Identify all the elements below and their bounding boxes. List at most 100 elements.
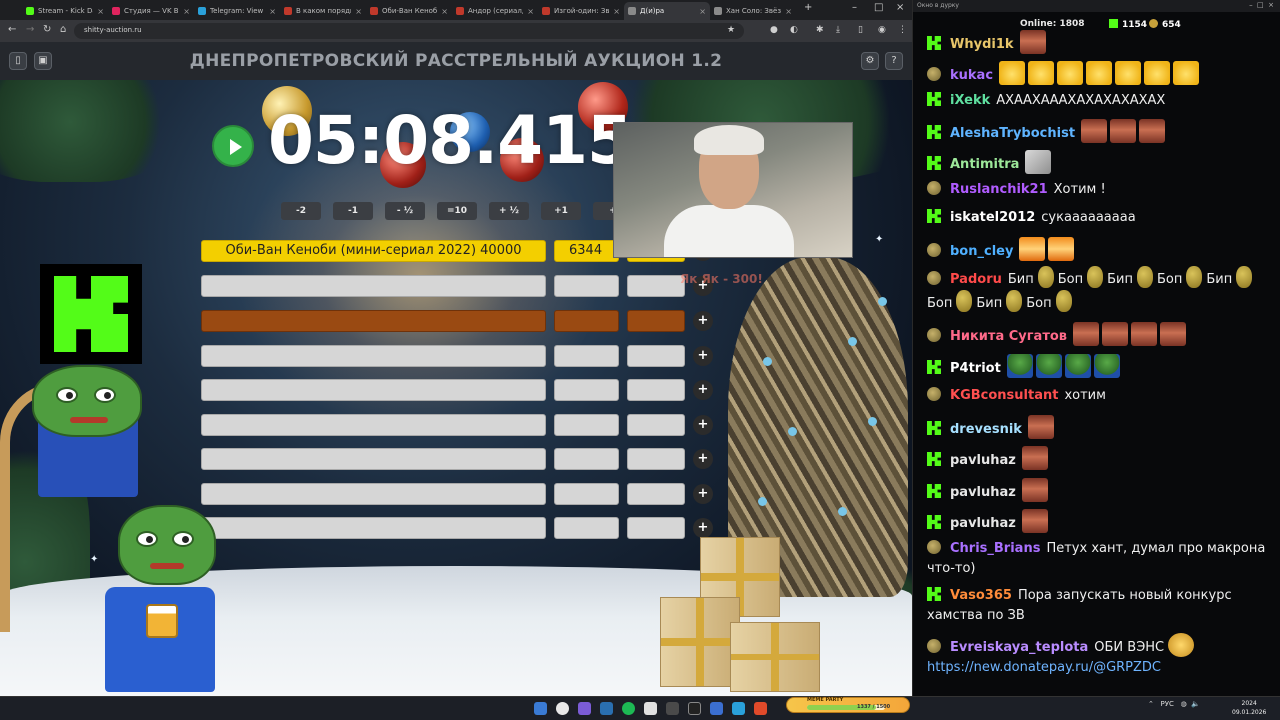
lot-name-field[interactable]: Оби-Ван Кеноби (мини-сериал 2022) 40000 (201, 240, 546, 262)
clock[interactable]: 2024 09.01.2026 (1232, 699, 1266, 717)
reload-icon[interactable]: ↻ (43, 24, 51, 35)
lot-amount-field[interactable] (554, 483, 619, 505)
plus-half-button[interactable]: + ½ (489, 202, 529, 220)
close-tab-icon[interactable]: × (97, 7, 104, 16)
start-icon[interactable] (534, 702, 547, 715)
app-icon[interactable] (644, 702, 657, 715)
chat-username[interactable]: drevesnik (950, 422, 1022, 437)
tab-auction-active[interactable]: Д(и)ра × (624, 2, 710, 20)
chat-username[interactable]: iXekk (950, 93, 990, 108)
back-icon[interactable]: ← (8, 24, 16, 35)
close-tab-icon[interactable]: × (269, 7, 276, 16)
chat-username[interactable]: pavluhaz (950, 516, 1016, 531)
chat-username[interactable]: kukac (950, 68, 993, 83)
close-tab-icon[interactable]: × (613, 7, 620, 16)
close-tab-icon[interactable]: × (183, 7, 190, 16)
app-icon[interactable] (732, 702, 745, 715)
chat-username[interactable]: P4triot (950, 361, 1001, 376)
tab-order[interactable]: В каком порядке× (280, 2, 366, 20)
close-tab-icon[interactable]: × (785, 7, 792, 16)
lot-extra-field[interactable] (627, 310, 685, 332)
lot-name-field[interactable] (201, 310, 546, 332)
system-tray[interactable]: ⌃ РУС ◍ 🔈 (1148, 700, 1200, 708)
spotify-icon[interactable] (622, 702, 635, 715)
chat-username[interactable]: Никита Сугатов (950, 329, 1067, 344)
chat-username[interactable]: pavluhaz (950, 485, 1016, 500)
chat-username[interactable]: Ruslanchik21 (950, 182, 1048, 197)
maximize-icon[interactable]: □ (874, 2, 883, 13)
tab-rogue-one[interactable]: Изгой-один: Звёзд× (538, 2, 624, 20)
lot-name-field[interactable] (201, 483, 546, 505)
lot-extra-field[interactable] (627, 414, 685, 436)
lot-amount-field[interactable] (554, 414, 619, 436)
tab-kick-dashboard[interactable]: Stream - Kick Dash× (22, 2, 108, 20)
lot-name-field[interactable] (201, 379, 546, 401)
add-bid-button[interactable]: + (693, 380, 713, 400)
help-button[interactable]: ? (885, 52, 903, 70)
new-tab-icon[interactable]: + (804, 2, 812, 13)
close-window-icon[interactable]: × (896, 2, 904, 13)
lot-name-field[interactable] (201, 414, 546, 436)
lot-extra-field[interactable] (627, 379, 685, 401)
sidebar-icon[interactable]: ▯ (858, 25, 863, 35)
extension-icon[interactable]: ◐ (790, 25, 798, 35)
chat-username[interactable]: Chris_Brians (950, 541, 1040, 556)
tab-obi-wan[interactable]: Оби-Ван Кеноби × (366, 2, 452, 20)
chat-username[interactable]: Antimitra (950, 157, 1019, 172)
lot-name-field[interactable] (201, 448, 546, 470)
lot-name-field[interactable] (201, 345, 546, 367)
chat-username[interactable]: Evreiskaya_teplota (950, 640, 1088, 655)
lot-name-field[interactable] (201, 517, 546, 539)
close-tab-icon[interactable]: × (441, 7, 448, 16)
add-bid-button[interactable]: + (693, 415, 713, 435)
extensions-puzzle-icon[interactable]: ✱ (816, 25, 824, 35)
lot-extra-field[interactable] (627, 517, 685, 539)
chat-username[interactable]: AleshaTrybochist (950, 126, 1075, 141)
lot-extra-field[interactable] (627, 448, 685, 470)
close-tab-icon[interactable]: × (699, 7, 706, 16)
set-10-button[interactable]: =10 (437, 202, 477, 220)
tab-vk-studio[interactable]: Студия — VK Видео× (108, 2, 194, 20)
telegram-icon[interactable] (710, 702, 723, 715)
lot-amount-field[interactable] (554, 517, 619, 539)
add-bid-button[interactable]: + (693, 518, 713, 538)
add-bid-button[interactable]: + (693, 311, 713, 331)
chat-username[interactable]: Padoru (950, 272, 1002, 287)
chat-username[interactable]: iskatel2012 (950, 210, 1035, 225)
play-button[interactable] (212, 125, 254, 167)
minus-half-button[interactable]: - ½ (385, 202, 425, 220)
lot-amount-field[interactable] (554, 310, 619, 332)
extension-icon[interactable]: ● (770, 25, 778, 35)
close-tab-icon[interactable]: × (355, 7, 362, 16)
chrome-icon[interactable] (556, 702, 569, 715)
chat-username[interactable]: Whydi1k (950, 37, 1014, 52)
minus-1-button[interactable]: -1 (333, 202, 373, 220)
menu-kebab-icon[interactable]: ⋮ (898, 25, 907, 35)
lot-amount-field[interactable] (554, 345, 619, 367)
lot-amount-field[interactable]: 6344 (554, 240, 619, 262)
chat-username[interactable]: Vaso365 (950, 588, 1012, 603)
lot-extra-field[interactable] (627, 275, 685, 297)
app-icon[interactable] (754, 702, 767, 715)
add-bid-button[interactable]: + (693, 346, 713, 366)
steam-icon[interactable] (600, 702, 613, 715)
lot-amount-field[interactable] (554, 275, 619, 297)
chat-username[interactable]: KGBconsultant (950, 388, 1058, 403)
chat-username[interactable]: pavluhaz (950, 453, 1016, 468)
add-bid-button[interactable]: + (693, 449, 713, 469)
lot-amount-field[interactable] (554, 379, 619, 401)
add-bid-button[interactable]: + (693, 484, 713, 504)
download-icon[interactable]: ⤓ (836, 25, 840, 35)
tab-telegram[interactable]: Telegram: View @× (194, 2, 280, 20)
bookmark-star-icon[interactable]: ★ (727, 25, 735, 35)
chat-window-controls[interactable]: – □ × (1249, 1, 1274, 9)
lot-extra-field[interactable] (627, 483, 685, 505)
lot-amount-field[interactable] (554, 448, 619, 470)
chat-username[interactable]: bon_cley (950, 244, 1013, 259)
minimize-icon[interactable]: – (852, 2, 857, 13)
forward-icon[interactable]: → (26, 24, 34, 35)
url-input[interactable]: shitty-auction.ru (74, 23, 744, 39)
home-icon[interactable]: ⌂ (60, 24, 66, 35)
obs-icon[interactable] (688, 702, 701, 715)
profile-icon[interactable]: ◉ (878, 25, 886, 35)
